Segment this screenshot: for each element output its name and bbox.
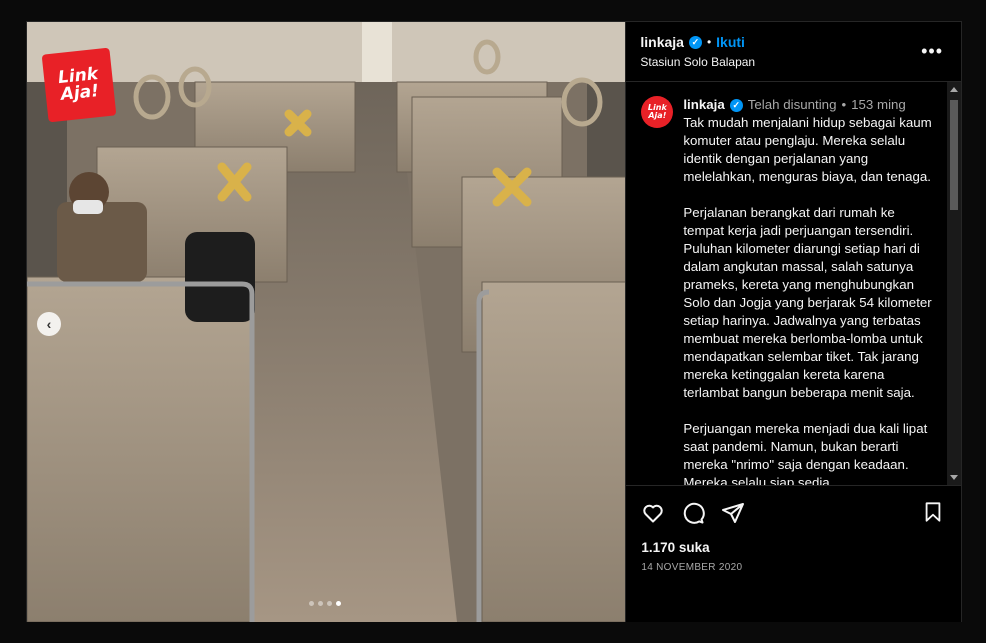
verified-badge-icon: ✓ xyxy=(688,35,702,49)
linkaja-logo: Link Aja! xyxy=(41,47,117,123)
carousel-dot xyxy=(327,601,332,606)
comments-scrollbar[interactable] xyxy=(947,82,961,485)
train-interior-photo xyxy=(27,22,626,622)
header-names: linkaja ✓ • Ikuti Stasiun Solo Balapan xyxy=(640,34,755,69)
post-header: linkaja ✓ • Ikuti Stasiun Solo Balapan •… xyxy=(626,22,961,82)
action-icons xyxy=(641,498,946,528)
edited-label: Telah disunting xyxy=(747,97,837,112)
caption-paragraph: Perjuangan mereka menjadi dua kali lipat… xyxy=(683,421,928,485)
bookmark-icon[interactable] xyxy=(922,501,944,523)
share-icon[interactable] xyxy=(721,501,745,525)
carousel-dot-active xyxy=(336,601,341,606)
post-actions: 1.170 suka 14 NOVEMBER 2020 xyxy=(626,485,961,622)
post-modal: Link Aja! ‹ linkaja ✓ • Ikuti Stasiun So… xyxy=(26,21,962,622)
caption-text: linkaja ✓ Telah disunting • 153 ming Tak… xyxy=(683,96,935,485)
previous-slide-button[interactable]: ‹ xyxy=(37,312,61,336)
heart-icon[interactable] xyxy=(641,501,665,525)
scroll-up-icon[interactable] xyxy=(950,87,958,92)
avatar[interactable]: Link Aja! xyxy=(641,96,674,128)
header-username[interactable]: linkaja xyxy=(640,34,684,50)
post-media[interactable]: Link Aja! ‹ xyxy=(27,22,626,622)
likes-count[interactable]: 1.170 suka xyxy=(641,540,946,555)
header-separator: • xyxy=(706,35,712,49)
scroll-down-icon[interactable] xyxy=(950,475,958,480)
post-sidebar: linkaja ✓ • Ikuti Stasiun Solo Balapan •… xyxy=(625,22,961,622)
caption-time[interactable]: 153 ming xyxy=(851,96,906,114)
more-options-icon[interactable]: ••• xyxy=(921,42,943,60)
carousel-indicator xyxy=(309,601,341,606)
carousel-dot xyxy=(309,601,314,606)
verified-badge-icon: ✓ xyxy=(729,98,743,112)
comments-area: Link Aja! linkaja ✓ Telah disunting • 15… xyxy=(626,82,961,485)
logo-line2: Aja! xyxy=(59,81,100,105)
scroll-thumb[interactable] xyxy=(950,100,958,210)
comment-icon[interactable] xyxy=(681,501,706,525)
carousel-dot xyxy=(318,601,323,606)
caption-separator: • xyxy=(841,97,847,112)
caption-paragraph: Perjalanan berangkat dari rumah ke tempa… xyxy=(683,205,932,400)
caption: Link Aja! linkaja ✓ Telah disunting • 15… xyxy=(641,96,935,485)
avatar-line2: Aja! xyxy=(648,111,667,120)
caption-username[interactable]: linkaja xyxy=(683,96,724,114)
comments-list: Link Aja! linkaja ✓ Telah disunting • 15… xyxy=(626,82,947,485)
follow-button[interactable]: Ikuti xyxy=(716,34,745,50)
post-date[interactable]: 14 NOVEMBER 2020 xyxy=(641,562,946,573)
chevron-left-icon: ‹ xyxy=(46,316,52,332)
caption-paragraph: Tak mudah menjalani hidup sebagai kaum k… xyxy=(683,115,932,184)
header-row: linkaja ✓ • Ikuti xyxy=(640,34,755,50)
location-link[interactable]: Stasiun Solo Balapan xyxy=(640,55,755,69)
caption-meta: linkaja ✓ Telah disunting • 153 ming xyxy=(683,96,935,114)
